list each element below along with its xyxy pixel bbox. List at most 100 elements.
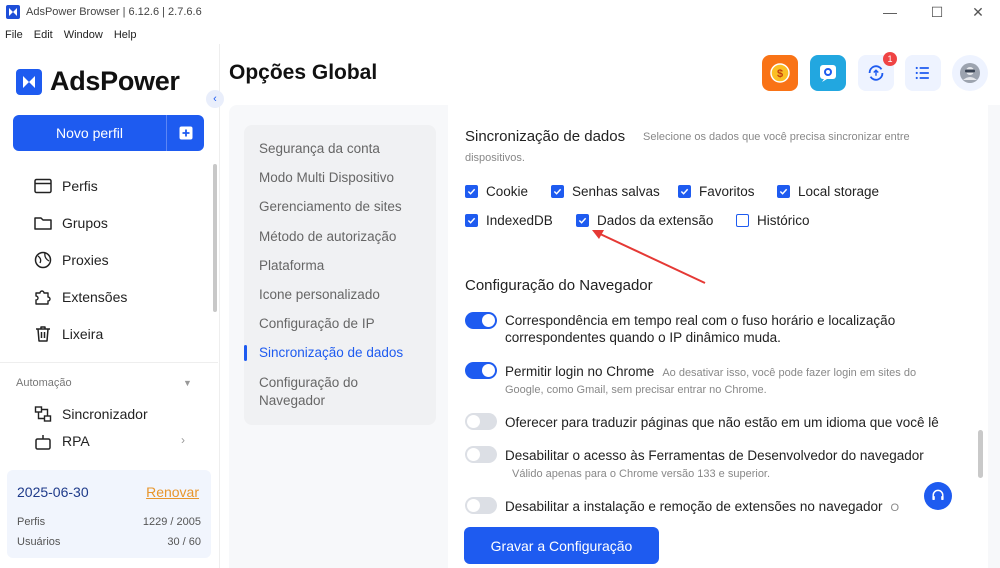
- active-indicator: [244, 345, 247, 361]
- window-title: AdsPower Browser | 6.12.6 | 2.7.6.6: [26, 6, 202, 18]
- option-timezone-match: Correspondência em tempo real com o fuso…: [505, 313, 896, 345]
- new-profile-button[interactable]: Novo perfil: [13, 115, 204, 151]
- checkbox-checked-icon[interactable]: [678, 185, 691, 198]
- settings-nav-item[interactable]: Gerenciamento de sites: [259, 198, 402, 216]
- toggle-timezone-match[interactable]: [465, 312, 497, 329]
- app-logo-icon: [6, 5, 20, 19]
- checkbox-dados-extensao[interactable]: Dados da extensão: [576, 213, 713, 228]
- svg-text:$: $: [777, 68, 783, 80]
- title-bar: AdsPower Browser | 6.12.6 | 2.7.6.6: [0, 0, 1000, 24]
- checkbox-local-storage[interactable]: Local storage: [777, 184, 879, 199]
- checkbox-indexeddb[interactable]: IndexedDB: [465, 213, 553, 228]
- sidebar-item-perfis[interactable]: Perfis: [0, 168, 210, 205]
- checkbox-cookie[interactable]: Cookie: [465, 184, 528, 199]
- toggle-chrome-login[interactable]: [465, 362, 497, 379]
- brand-logo: AdsPower: [16, 66, 180, 97]
- toggle-disable-extension-install[interactable]: [465, 497, 497, 514]
- settings-nav-item[interactable]: Configuração do Navegador: [259, 374, 358, 410]
- settings-nav-item[interactable]: Configuração de IP: [259, 315, 375, 333]
- settings-nav-item-active[interactable]: Sincronização de dados: [259, 344, 403, 362]
- sidebar-item-grupos[interactable]: Grupos: [0, 205, 210, 242]
- support-headset-icon[interactable]: [924, 482, 952, 510]
- checkbox-checked-icon[interactable]: [777, 185, 790, 198]
- panel-scrollbar[interactable]: [978, 430, 983, 478]
- brand-name: AdsPower: [50, 66, 180, 96]
- plan-users-count: 30 / 60: [167, 536, 201, 548]
- sidebar-item-lixeira[interactable]: Lixeira: [0, 315, 210, 352]
- checkbox-checked-icon[interactable]: [576, 214, 589, 227]
- sidebar-item-label: Lixeira: [62, 325, 104, 342]
- settings-nav-item[interactable]: Icone personalizado: [259, 286, 380, 304]
- folder-icon: [34, 217, 52, 230]
- new-profile-label: Novo perfil: [56, 125, 123, 141]
- section-title-sync: Sincronização de dados: [465, 128, 626, 145]
- batch-add-icon[interactable]: [167, 125, 204, 141]
- option-chrome-login: Permitir login no Chrome Ao desativar iss…: [505, 364, 917, 379]
- checkbox-senhas-salvas[interactable]: Senhas salvas: [551, 184, 660, 199]
- menu-edit[interactable]: Edit: [34, 29, 53, 41]
- renew-link[interactable]: Renovar: [146, 484, 199, 500]
- page-title: Opções Global: [229, 61, 378, 84]
- maximize-button[interactable]: ☐: [917, 0, 957, 24]
- plan-users-row: Usuários 30 / 60: [17, 536, 201, 548]
- automation-nav: Sincronizador RPA ›: [0, 396, 210, 455]
- settings-nav-item[interactable]: Método de autorização: [259, 228, 396, 246]
- checkbox-unchecked-icon[interactable]: [736, 214, 749, 227]
- caret-down-icon[interactable]: ▼: [183, 378, 192, 388]
- checkbox-checked-icon[interactable]: [551, 185, 564, 198]
- sidebar-scrollbar[interactable]: [213, 164, 217, 312]
- chat-icon[interactable]: [810, 55, 846, 91]
- sidebar-item-label: Proxies: [62, 251, 109, 268]
- toggle-translate-offer[interactable]: [465, 413, 497, 430]
- sidebar-collapse-button[interactable]: ‹: [206, 90, 224, 108]
- sidebar-item-rpa[interactable]: RPA ›: [0, 433, 210, 455]
- sidebar-item-label: Sincronizador: [62, 406, 148, 423]
- sidebar-item-sincronizador[interactable]: Sincronizador: [0, 396, 210, 433]
- option-disable-extension-install: Desabilitar a instalação e remoção de ex…: [505, 499, 900, 514]
- menu-help[interactable]: Help: [114, 29, 137, 41]
- sidebar: AdsPower ‹ Novo perfil Perfis Grupos Pro…: [0, 44, 224, 568]
- sidebar-item-extensoes[interactable]: Extensões: [0, 278, 210, 315]
- sync-hint: Selecione os dados que você precisa sinc…: [643, 131, 910, 143]
- plan-profiles-row: Perfis 1229 / 2005: [17, 516, 201, 528]
- option-disable-devtools: Desabilitar o acesso às Ferramentas de D…: [505, 448, 924, 463]
- minimize-button[interactable]: —: [870, 0, 910, 24]
- checkbox-checked-icon[interactable]: [465, 185, 478, 198]
- globe-icon: [34, 251, 52, 269]
- close-button[interactable]: ✕: [958, 0, 998, 24]
- plan-card: 2025-06-30 Renovar Perfis 1229 / 2005 Us…: [7, 470, 211, 558]
- sidebar-item-proxies[interactable]: Proxies: [0, 242, 210, 279]
- checkbox-checked-icon[interactable]: [465, 214, 478, 227]
- option-translate-offer: Oferecer para traduzir páginas que não e…: [505, 415, 939, 430]
- puzzle-icon: [35, 290, 51, 305]
- settings-nav-item[interactable]: Modo Multi Dispositivo: [259, 169, 394, 187]
- notification-badge: 1: [883, 52, 897, 66]
- list-icon[interactable]: [905, 55, 941, 91]
- checkbox-favoritos[interactable]: Favoritos: [678, 184, 755, 199]
- option-disable-devtools-hint: Válido apenas para o Chrome versão 133 e…: [512, 468, 771, 480]
- chevron-left-icon: ‹: [213, 93, 217, 105]
- menu-bar: File Edit Window Help: [0, 26, 142, 44]
- robot-icon: [35, 434, 51, 450]
- sidebar-item-label: RPA: [62, 432, 90, 449]
- sidebar-nav: Perfis Grupos Proxies Extensões Lixeira: [0, 168, 210, 352]
- menu-file[interactable]: File: [5, 29, 23, 41]
- plan-expiry-date: 2025-06-30: [17, 484, 89, 500]
- save-config-button[interactable]: Gravar a Configuração: [464, 527, 659, 564]
- avatar-icon[interactable]: [952, 55, 988, 91]
- chevron-right-icon: ›: [181, 432, 185, 447]
- sync-icon: [34, 406, 52, 423]
- plan-profiles-count: 1229 / 2005: [142, 516, 201, 528]
- section-title-browser-config: Configuração do Navegador: [465, 277, 653, 294]
- section-label-automacao: Automação: [16, 377, 72, 389]
- trash-icon: [36, 325, 50, 342]
- toggle-disable-devtools[interactable]: [465, 446, 497, 463]
- settings-nav-item[interactable]: Segurança da conta: [259, 140, 380, 158]
- menu-window[interactable]: Window: [64, 29, 103, 41]
- checkbox-historico[interactable]: Histórico: [736, 213, 810, 228]
- settings-nav-item[interactable]: Plataforma: [259, 257, 324, 275]
- option-chrome-login-hint: Google, como Gmail, sem precisar entrar …: [505, 384, 767, 396]
- coin-icon[interactable]: $: [762, 55, 798, 91]
- sidebar-item-label: Perfis: [62, 178, 98, 195]
- sync-hint-cont: dispositivos.: [465, 152, 525, 164]
